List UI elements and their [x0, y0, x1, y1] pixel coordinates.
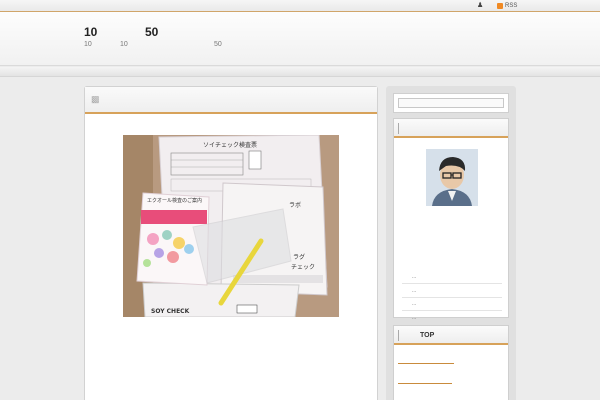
top-link[interactable] — [398, 363, 454, 364]
site-title-part[interactable]: 50 — [145, 25, 158, 39]
top-bar: ♟ RSS — [0, 0, 600, 12]
main-content: ▩ ソイチェック検査票 ラボ ラグ チェック SOY CHECK エクオール検査… — [84, 86, 378, 400]
avatar — [426, 149, 478, 206]
search-widget — [393, 93, 509, 113]
top-widget-title: TOP — [394, 326, 508, 345]
site-header: 10 50 10 10 50 — [0, 12, 600, 66]
check-text-2: チェック — [291, 264, 315, 271]
doc-title-text: ソイチェック検査票 — [203, 141, 257, 149]
post-header: ▩ — [85, 87, 377, 114]
document-icon: ▩ — [91, 94, 100, 104]
profile-widget: ... ... ... ... — [393, 118, 509, 321]
profile-link[interactable]: ... — [402, 298, 502, 311]
soy-label: SOY CHECK — [151, 308, 190, 315]
site-title-part[interactable]: 10 — [84, 25, 97, 39]
rss-link[interactable]: RSS — [505, 2, 517, 10]
profile-link[interactable]: ... — [402, 285, 502, 298]
profile-link[interactable]: ... — [402, 271, 502, 284]
profile-link[interactable]: ... — [402, 312, 502, 325]
person-icon[interactable]: ♟ — [477, 2, 485, 10]
avatar-image — [426, 149, 478, 206]
search-input[interactable] — [398, 98, 504, 108]
nav-bar — [0, 67, 600, 77]
card-title-text: エクオール検査のご案内 — [147, 197, 202, 204]
top-widget: TOP — [393, 325, 509, 400]
check-text: ラグ — [293, 253, 305, 261]
tagline-part: 50 — [214, 41, 222, 48]
tagline-part: 10 — [84, 41, 92, 48]
top-link[interactable] — [398, 383, 452, 384]
rss-icon[interactable] — [497, 3, 503, 9]
sidebar: ... ... ... ... TOP — [386, 86, 516, 400]
post-photo[interactable]: ソイチェック検査票 ラボ ラグ チェック SOY CHECK エクオール検査のご… — [123, 135, 339, 317]
photo-illustration: ソイチェック検査票 ラボ ラグ チェック SOY CHECK エクオール検査のご… — [123, 135, 339, 317]
tagline-part: 10 — [120, 41, 128, 48]
lab-text: ラボ — [289, 201, 301, 209]
profile-widget-header — [394, 119, 508, 138]
